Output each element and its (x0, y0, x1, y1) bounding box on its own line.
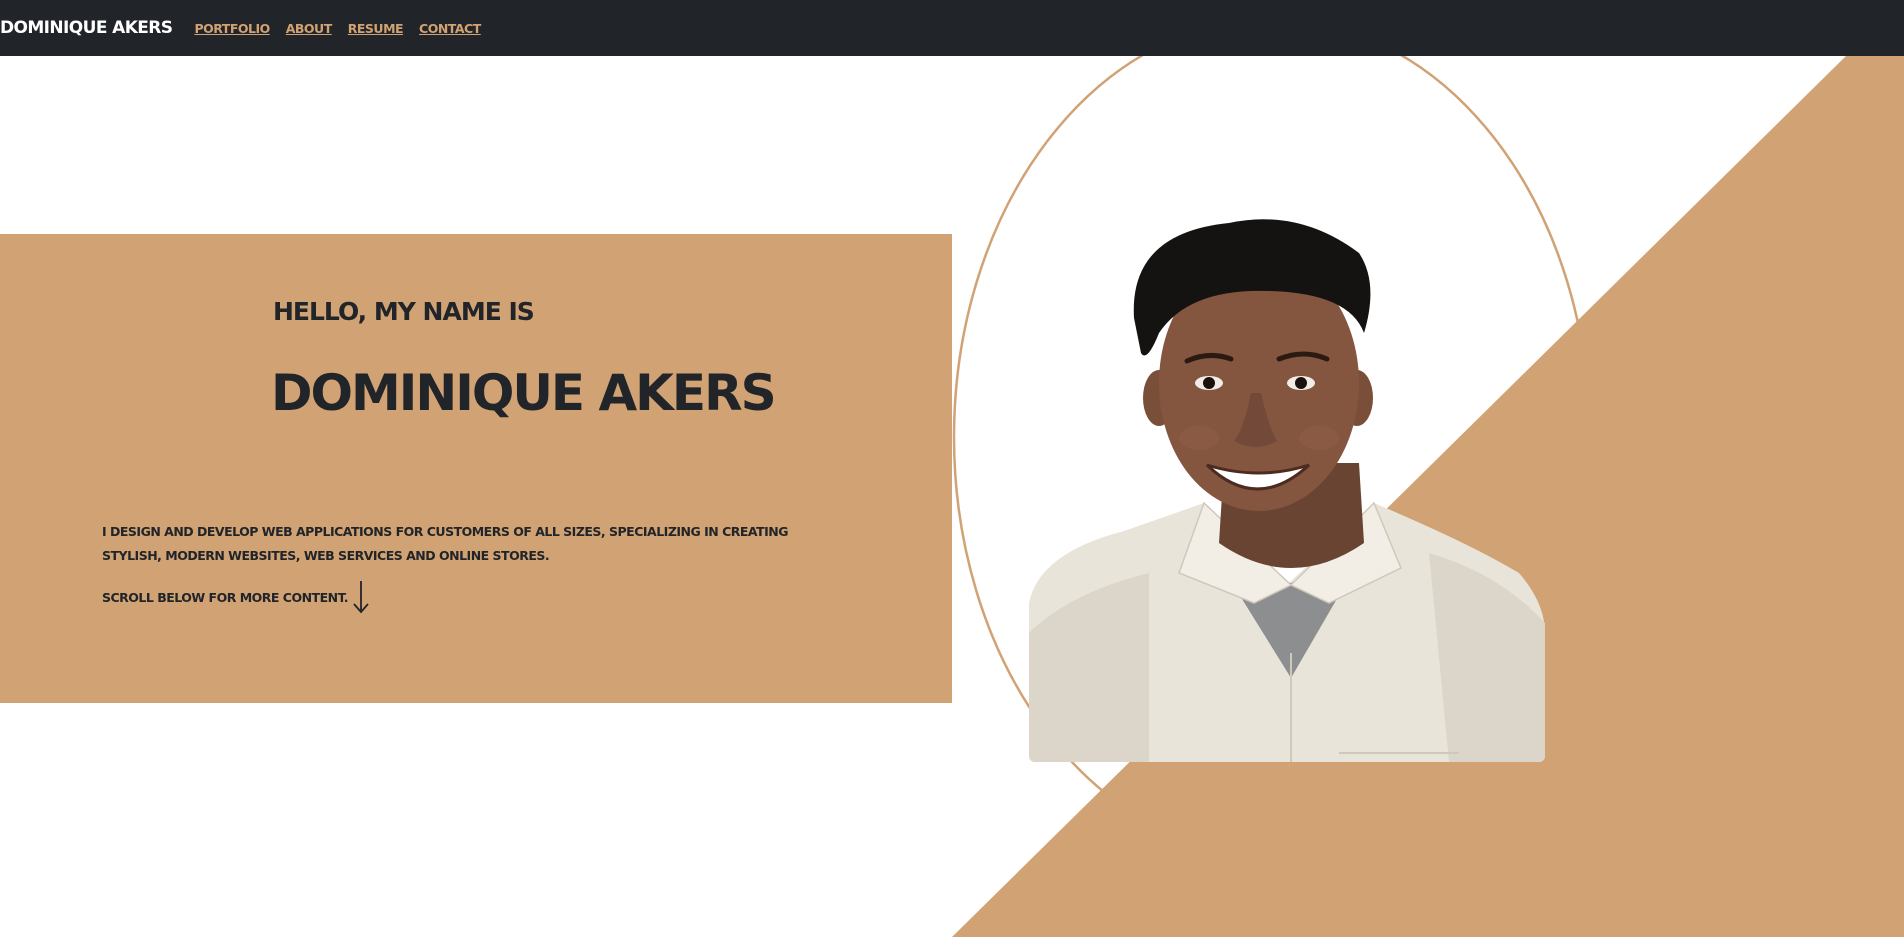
hero-intro-text: I DESIGN AND DEVELOP WEB APPLICATIONS FO… (102, 524, 789, 563)
page: DOMINIQUE AKERS PORTFOLIO ABOUT RESUME C… (0, 0, 1904, 937)
nav-link-about[interactable]: ABOUT (286, 21, 333, 36)
nav-link-contact[interactable]: CONTACT (419, 21, 481, 36)
hero-panel: HELLO, MY NAME IS DOMINIQUE AKERS I DESI… (0, 234, 952, 703)
nav-link-resume[interactable]: RESUME (348, 21, 404, 36)
scroll-hint-text: SCROLL BELOW FOR MORE CONTENT. (102, 589, 348, 605)
hero-name: DOMINIQUE AKERS (271, 364, 777, 422)
top-navbar: DOMINIQUE AKERS PORTFOLIO ABOUT RESUME C… (0, 0, 1904, 56)
nav-links: PORTFOLIO ABOUT RESUME CONTACT (194, 21, 481, 36)
hero-greeting: HELLO, MY NAME IS (273, 297, 535, 326)
profile-photo (1029, 219, 1545, 762)
scroll-hint: SCROLL BELOW FOR MORE CONTENT. (102, 577, 370, 617)
nav-link-portfolio[interactable]: PORTFOLIO (194, 21, 270, 36)
arrow-down-icon (353, 581, 369, 614)
brand-logo-link[interactable]: DOMINIQUE AKERS (0, 18, 173, 38)
